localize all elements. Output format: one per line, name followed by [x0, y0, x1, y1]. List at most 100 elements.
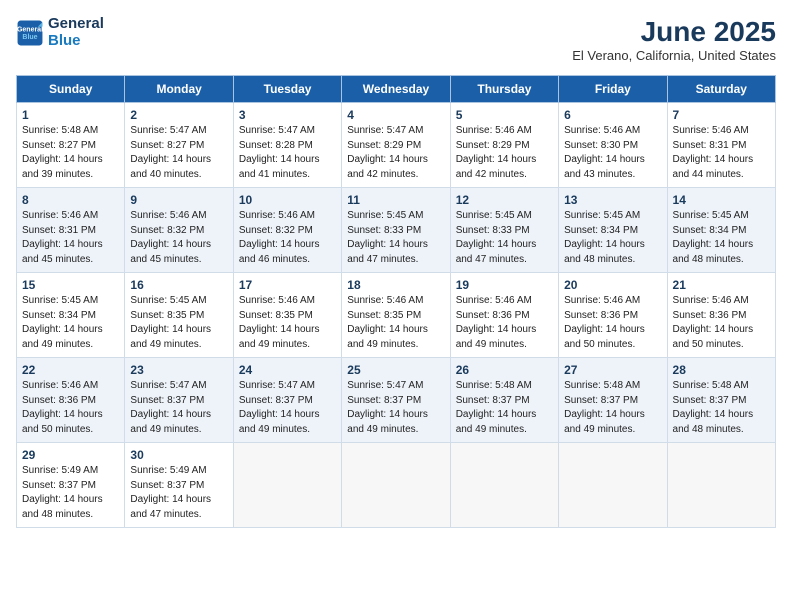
day-info: Sunrise: 5:46 AMSunset: 8:36 PMDaylight:…: [564, 294, 661, 352]
calendar-cell: 10 Sunrise: 5:46 AMSunset: 8:32 PMDayligh…: [233, 188, 341, 273]
day-number: 21: [673, 278, 770, 292]
day-info: Sunrise: 5:47 AMSunset: 8:37 PMDaylight:…: [347, 379, 444, 437]
calendar-week-row: 8Sunrise: 5:46 AMSunset: 8:31 PMDaylight…: [17, 188, 776, 273]
page-header: General Blue General Blue June 2025 El V…: [16, 16, 776, 63]
calendar-cell: 24 Sunrise: 5:47 AMSunset: 8:37 PMDayligh…: [233, 358, 341, 443]
day-number: 17: [239, 278, 336, 292]
day-info: Sunrise: 5:47 AMSunset: 8:27 PMDaylight:…: [130, 124, 227, 182]
calendar-cell: [233, 443, 341, 528]
day-number: 6: [564, 108, 661, 122]
calendar-cell: [450, 443, 558, 528]
calendar-week-row: 15 Sunrise: 5:45 AMSunset: 8:34 PMDayligh…: [17, 273, 776, 358]
calendar-cell: 1 Sunrise: 5:48 AMSunset: 8:27 PMDaylight…: [17, 103, 125, 188]
calendar-cell: 13 Sunrise: 5:45 AMSunset: 8:34 PMDayligh…: [559, 188, 667, 273]
calendar-cell: 21 Sunrise: 5:46 AMSunset: 8:36 PMDayligh…: [667, 273, 775, 358]
day-info: Sunrise: 5:48 AMSunset: 8:37 PMDaylight:…: [673, 379, 770, 437]
calendar-cell: 8Sunrise: 5:46 AMSunset: 8:31 PMDaylight…: [17, 188, 125, 273]
day-info: Sunrise: 5:46 AMSunset: 8:31 PMDaylight:…: [673, 124, 770, 182]
calendar-cell: 20Sunrise: 5:46 AMSunset: 8:36 PMDayligh…: [559, 273, 667, 358]
day-info: Sunrise: 5:46 AMSunset: 8:29 PMDaylight:…: [456, 124, 553, 182]
day-info: Sunrise: 5:46 AMSunset: 8:35 PMDaylight:…: [347, 294, 444, 352]
day-info: Sunrise: 5:47 AMSunset: 8:29 PMDaylight:…: [347, 124, 444, 182]
month-title: June 2025: [572, 16, 776, 48]
calendar-cell: 22Sunrise: 5:46 AMSunset: 8:36 PMDayligh…: [17, 358, 125, 443]
calendar-cell: 27Sunrise: 5:48 AMSunset: 8:37 PMDayligh…: [559, 358, 667, 443]
day-number: 10: [239, 193, 336, 207]
calendar-day-header: Wednesday: [342, 76, 450, 103]
calendar-cell: 17 Sunrise: 5:46 AMSunset: 8:35 PMDayligh…: [233, 273, 341, 358]
calendar-day-header: Saturday: [667, 76, 775, 103]
day-number: 23: [130, 363, 227, 377]
calendar-cell: 19 Sunrise: 5:46 AMSunset: 8:36 PMDayligh…: [450, 273, 558, 358]
day-number: 13: [564, 193, 661, 207]
calendar-cell: 9 Sunrise: 5:46 AMSunset: 8:32 PMDaylight…: [125, 188, 233, 273]
calendar-week-row: 1 Sunrise: 5:48 AMSunset: 8:27 PMDaylight…: [17, 103, 776, 188]
calendar-table: SundayMondayTuesdayWednesdayThursdayFrid…: [16, 75, 776, 528]
day-number: 14: [673, 193, 770, 207]
day-number: 4: [347, 108, 444, 122]
day-info: Sunrise: 5:46 AMSunset: 8:32 PMDaylight:…: [130, 209, 227, 267]
day-number: 15: [22, 278, 119, 292]
day-number: 5: [456, 108, 553, 122]
calendar-day-header: Sunday: [17, 76, 125, 103]
day-info: Sunrise: 5:45 AMSunset: 8:33 PMDaylight:…: [347, 209, 444, 267]
calendar-cell: 11 Sunrise: 5:45 AMSunset: 8:33 PMDayligh…: [342, 188, 450, 273]
calendar-day-header: Thursday: [450, 76, 558, 103]
day-info: Sunrise: 5:46 AMSunset: 8:30 PMDaylight:…: [564, 124, 661, 182]
svg-text:General: General: [17, 26, 43, 33]
day-number: 24: [239, 363, 336, 377]
calendar-cell: 14 Sunrise: 5:45 AMSunset: 8:34 PMDayligh…: [667, 188, 775, 273]
calendar-header-row: SundayMondayTuesdayWednesdayThursdayFrid…: [17, 76, 776, 103]
day-number: 27: [564, 363, 661, 377]
calendar-cell: 6 Sunrise: 5:46 AMSunset: 8:30 PMDaylight…: [559, 103, 667, 188]
calendar-cell: 7Sunrise: 5:46 AMSunset: 8:31 PMDaylight…: [667, 103, 775, 188]
calendar-cell: [559, 443, 667, 528]
day-info: Sunrise: 5:46 AMSunset: 8:35 PMDaylight:…: [239, 294, 336, 352]
logo: General Blue General Blue: [16, 16, 104, 49]
calendar-cell: 30 Sunrise: 5:49 AMSunset: 8:37 PMDayligh…: [125, 443, 233, 528]
calendar-cell: 15 Sunrise: 5:45 AMSunset: 8:34 PMDayligh…: [17, 273, 125, 358]
calendar-cell: 29 Sunrise: 5:49 AMSunset: 8:37 PMDayligh…: [17, 443, 125, 528]
location: El Verano, California, United States: [572, 48, 776, 63]
day-info: Sunrise: 5:47 AMSunset: 8:28 PMDaylight:…: [239, 124, 336, 182]
day-number: 29: [22, 448, 119, 462]
title-block: June 2025 El Verano, California, United …: [572, 16, 776, 63]
day-info: Sunrise: 5:48 AMSunset: 8:27 PMDaylight:…: [22, 124, 119, 182]
calendar-cell: 2 Sunrise: 5:47 AMSunset: 8:27 PMDaylight…: [125, 103, 233, 188]
day-info: Sunrise: 5:49 AMSunset: 8:37 PMDaylight:…: [22, 464, 119, 522]
calendar-cell: 5 Sunrise: 5:46 AMSunset: 8:29 PMDaylight…: [450, 103, 558, 188]
day-number: 28: [673, 363, 770, 377]
calendar-cell: 4 Sunrise: 5:47 AMSunset: 8:29 PMDaylight…: [342, 103, 450, 188]
day-info: Sunrise: 5:46 AMSunset: 8:36 PMDaylight:…: [456, 294, 553, 352]
calendar-cell: 26Sunrise: 5:48 AMSunset: 8:37 PMDayligh…: [450, 358, 558, 443]
day-info: Sunrise: 5:46 AMSunset: 8:32 PMDaylight:…: [239, 209, 336, 267]
day-info: Sunrise: 5:46 AMSunset: 8:36 PMDaylight:…: [673, 294, 770, 352]
day-number: 26: [456, 363, 553, 377]
day-number: 9: [130, 193, 227, 207]
calendar-cell: 28 Sunrise: 5:48 AMSunset: 8:37 PMDayligh…: [667, 358, 775, 443]
calendar-cell: 16Sunrise: 5:45 AMSunset: 8:35 PMDayligh…: [125, 273, 233, 358]
day-info: Sunrise: 5:49 AMSunset: 8:37 PMDaylight:…: [130, 464, 227, 522]
svg-text:Blue: Blue: [22, 34, 37, 41]
day-info: Sunrise: 5:45 AMSunset: 8:34 PMDaylight:…: [564, 209, 661, 267]
day-info: Sunrise: 5:45 AMSunset: 8:34 PMDaylight:…: [22, 294, 119, 352]
day-number: 3: [239, 108, 336, 122]
day-info: Sunrise: 5:47 AMSunset: 8:37 PMDaylight:…: [130, 379, 227, 437]
day-number: 19: [456, 278, 553, 292]
day-info: Sunrise: 5:46 AMSunset: 8:36 PMDaylight:…: [22, 379, 119, 437]
calendar-cell: 25 Sunrise: 5:47 AMSunset: 8:37 PMDayligh…: [342, 358, 450, 443]
logo-text: General Blue: [48, 16, 104, 49]
day-info: Sunrise: 5:47 AMSunset: 8:37 PMDaylight:…: [239, 379, 336, 437]
day-number: 25: [347, 363, 444, 377]
day-number: 8: [22, 193, 119, 207]
calendar-cell: 3 Sunrise: 5:47 AMSunset: 8:28 PMDaylight…: [233, 103, 341, 188]
calendar-cell: 18Sunrise: 5:46 AMSunset: 8:35 PMDayligh…: [342, 273, 450, 358]
day-info: Sunrise: 5:45 AMSunset: 8:35 PMDaylight:…: [130, 294, 227, 352]
calendar-day-header: Friday: [559, 76, 667, 103]
day-number: 2: [130, 108, 227, 122]
calendar-week-row: 22Sunrise: 5:46 AMSunset: 8:36 PMDayligh…: [17, 358, 776, 443]
day-info: Sunrise: 5:45 AMSunset: 8:34 PMDaylight:…: [673, 209, 770, 267]
day-number: 11: [347, 193, 444, 207]
day-number: 1: [22, 108, 119, 122]
day-number: 30: [130, 448, 227, 462]
